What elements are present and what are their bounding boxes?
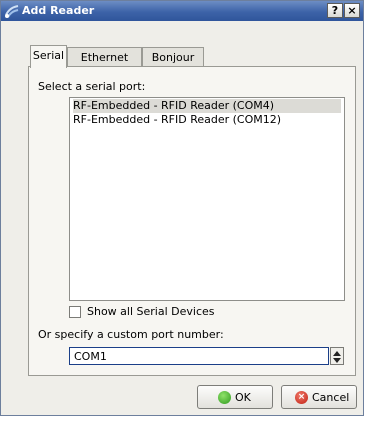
tab-ethernet[interactable]: Ethernet: [67, 47, 142, 68]
reader-icon: [5, 5, 19, 18]
close-button[interactable]: ×: [344, 3, 360, 18]
ok-button[interactable]: OK: [197, 385, 273, 409]
tab-serial[interactable]: Serial: [30, 45, 67, 68]
serial-port-list[interactable]: RF-Embedded - RFID Reader (COM4) RF-Embe…: [69, 97, 345, 301]
ok-label: OK: [235, 391, 251, 404]
check-circle-icon: [218, 391, 231, 404]
list-item-com4[interactable]: RF-Embedded - RFID Reader (COM4): [73, 99, 341, 113]
select-port-label: Select a serial port:: [38, 80, 146, 93]
spinner-up-icon[interactable]: [333, 351, 341, 356]
add-reader-dialog: Add Reader ? × Serial Ethernet Bonjour S…: [0, 0, 364, 416]
cancel-label: Cancel: [312, 391, 350, 404]
custom-port-input[interactable]: COM1: [69, 347, 329, 365]
x-circle-icon: ×: [295, 391, 308, 404]
port-spinner[interactable]: [330, 347, 344, 365]
title-bar[interactable]: Add Reader ? ×: [1, 1, 363, 21]
show-all-checkbox[interactable]: [69, 306, 81, 318]
custom-port-label: Or specify a custom port number:: [38, 328, 224, 341]
help-button[interactable]: ?: [327, 3, 343, 18]
list-item-com12[interactable]: RF-Embedded - RFID Reader (COM12): [73, 113, 341, 127]
show-all-label: Show all Serial Devices: [87, 305, 215, 318]
tab-bonjour[interactable]: Bonjour: [142, 47, 204, 68]
cancel-button[interactable]: × Cancel: [281, 385, 357, 409]
window-title: Add Reader: [22, 4, 95, 17]
spinner-down-icon[interactable]: [333, 358, 341, 363]
custom-port-value: COM1: [74, 350, 107, 363]
